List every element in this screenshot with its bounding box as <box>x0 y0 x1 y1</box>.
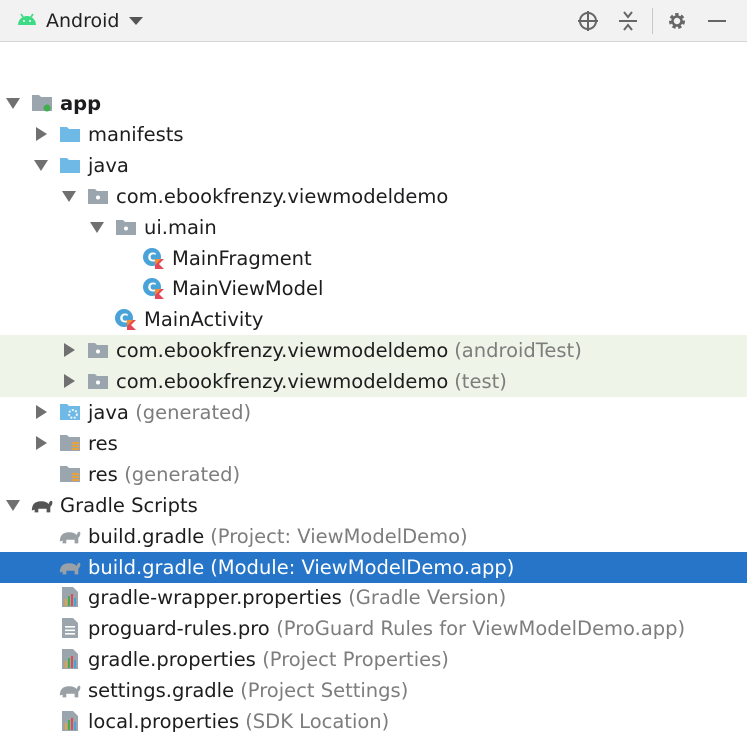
kotlin-class-icon: C <box>142 247 166 269</box>
gear-icon <box>669 12 685 29</box>
expand-arrow-down-icon[interactable] <box>34 159 48 171</box>
tree-row[interactable]: build.gradle (Module: ViewModelDemo.app) <box>0 551 747 583</box>
tree-item-label: ui.main <box>144 215 217 239</box>
expand-arrow-right-icon[interactable] <box>36 435 47 450</box>
project-toolbar: Android <box>0 0 747 42</box>
tree-item-label: gradle-wrapper.properties <box>88 586 342 610</box>
tree-item-label: build.gradle <box>88 555 205 579</box>
tree-item-suffix: (generated) <box>129 401 252 424</box>
package-icon <box>86 185 110 207</box>
tree-item-suffix: (SDK Location) <box>239 710 390 733</box>
kotlin-class-icon: C <box>142 277 166 300</box>
module-icon <box>30 92 54 114</box>
expand-arrow-right-icon[interactable] <box>36 405 47 419</box>
settings-button[interactable] <box>657 1 697 41</box>
expand-arrow-down-icon[interactable] <box>90 221 104 233</box>
tree-row[interactable]: build.gradle (Project: ViewModelDemo) <box>0 521 747 552</box>
tree-item-suffix: (generated) <box>118 462 241 486</box>
chevron-down-icon <box>129 16 144 25</box>
collapse-all-button[interactable] <box>608 1 648 41</box>
tree-item-suffix: (androidTest) <box>448 339 582 363</box>
expand-arrow-down-icon[interactable] <box>6 98 20 109</box>
tree-row[interactable]: settings.gradle (Project Settings) <box>0 675 747 706</box>
toolbar-separator <box>652 7 653 34</box>
properties-icon <box>58 710 82 732</box>
tree-item-label: res <box>88 431 118 455</box>
expand-arrow-right-icon[interactable] <box>36 126 47 141</box>
collapse-all-icon <box>619 10 637 31</box>
tree-item-label: java <box>88 401 129 424</box>
tree-item-label: com.ebookfrenzy.viewmodeldemo <box>116 184 449 208</box>
tree-row[interactable]: res <box>0 428 747 459</box>
tree-row[interactable]: java <box>0 150 747 181</box>
gradle-file-icon <box>58 679 82 701</box>
tree-row[interactable]: res (generated) <box>0 459 747 490</box>
tree-item-label: com.ebookfrenzy.viewmodeldemo <box>116 370 449 394</box>
folder-icon <box>58 154 82 176</box>
tree-item-suffix: (ProGuard Rules for ViewModelDemo.app) <box>270 617 686 641</box>
tree-row[interactable]: manifests <box>0 119 747 150</box>
expand-arrow-right-icon[interactable] <box>64 343 75 358</box>
res-folder-icon <box>58 432 82 454</box>
tree-item-suffix: (Project: ViewModelDemo) <box>204 524 468 548</box>
tree-row[interactable]: C MainFragment <box>0 243 747 274</box>
tree-item-label: local.properties <box>88 710 240 733</box>
gradle-file-icon <box>58 525 82 547</box>
tree-item-label: manifests <box>88 122 184 146</box>
tree-row[interactable]: gradle-wrapper.properties (Gradle Versio… <box>0 582 747 613</box>
folder-icon <box>58 123 82 145</box>
tree-row[interactable]: gradle.properties (Project Properties) <box>0 644 747 675</box>
tree-row[interactable]: local.properties (SDK Location) <box>0 706 747 737</box>
tree-item-label: settings.gradle <box>88 679 235 703</box>
tree-item-suffix: (test) <box>448 370 507 394</box>
gradle-icon <box>30 494 54 516</box>
tree-item-suffix: (Project Properties) <box>256 648 449 672</box>
gradle-file-icon <box>58 556 82 578</box>
tree-item-label: MainFragment <box>172 246 312 270</box>
android-icon <box>16 11 38 30</box>
package-icon <box>86 370 110 392</box>
tree-item-label: Gradle Scripts <box>60 493 198 517</box>
minimize-button[interactable] <box>697 1 737 41</box>
res-folder-icon <box>58 463 82 485</box>
tree-item-label: java <box>88 153 129 177</box>
tree-row[interactable]: Gradle Scripts <box>0 490 747 521</box>
tree-row[interactable]: ui.main <box>0 212 747 243</box>
tree-row[interactable]: com.ebookfrenzy.viewmodeldemo (androidTe… <box>0 335 747 367</box>
minimize-icon <box>708 19 726 22</box>
properties-icon <box>58 586 82 608</box>
kotlin-class-icon: C <box>114 308 138 331</box>
package-icon <box>114 216 138 238</box>
view-selector[interactable]: Android <box>0 10 568 32</box>
expand-arrow-down-icon[interactable] <box>6 499 20 511</box>
tree-item-label: proguard-rules.pro <box>88 617 270 641</box>
tree-row[interactable]: app <box>0 88 747 119</box>
expand-arrow-down-icon[interactable] <box>62 190 76 202</box>
tree-item-suffix: (Module: ViewModelDemo.app) <box>204 555 515 579</box>
view-selector-label: Android <box>46 9 120 32</box>
tree-item-suffix: (Project Settings) <box>234 679 409 703</box>
tree-item-label: app <box>60 92 102 115</box>
tree-row[interactable]: com.ebookfrenzy.viewmodeldemo <box>0 181 747 212</box>
locate-button[interactable] <box>568 1 608 41</box>
tree-item-label: com.ebookfrenzy.viewmodeldemo <box>116 339 449 363</box>
tree-item-label: res <box>88 462 118 486</box>
package-icon <box>86 339 110 361</box>
tree-row[interactable]: proguard-rules.pro (ProGuard Rules for V… <box>0 613 747 644</box>
tree-row[interactable]: java (generated) <box>0 397 747 428</box>
expand-arrow-right-icon[interactable] <box>64 374 75 389</box>
generated-folder-icon <box>58 401 82 423</box>
tree-row[interactable]: C MainViewModel <box>0 273 747 304</box>
text-file-icon <box>58 617 82 639</box>
tree-item-label: build.gradle <box>88 524 205 548</box>
tree-row[interactable]: C MainActivity <box>0 304 747 335</box>
tree-row[interactable]: com.ebookfrenzy.viewmodeldemo (test) <box>0 366 747 398</box>
tree-item-label: MainViewModel <box>172 277 324 301</box>
tree-item-label: MainActivity <box>144 308 264 332</box>
tree-item-suffix: (Gradle Version) <box>342 586 507 610</box>
tree-item-label: gradle.properties <box>88 648 256 672</box>
locate-icon <box>578 10 598 31</box>
properties-icon <box>58 648 82 670</box>
